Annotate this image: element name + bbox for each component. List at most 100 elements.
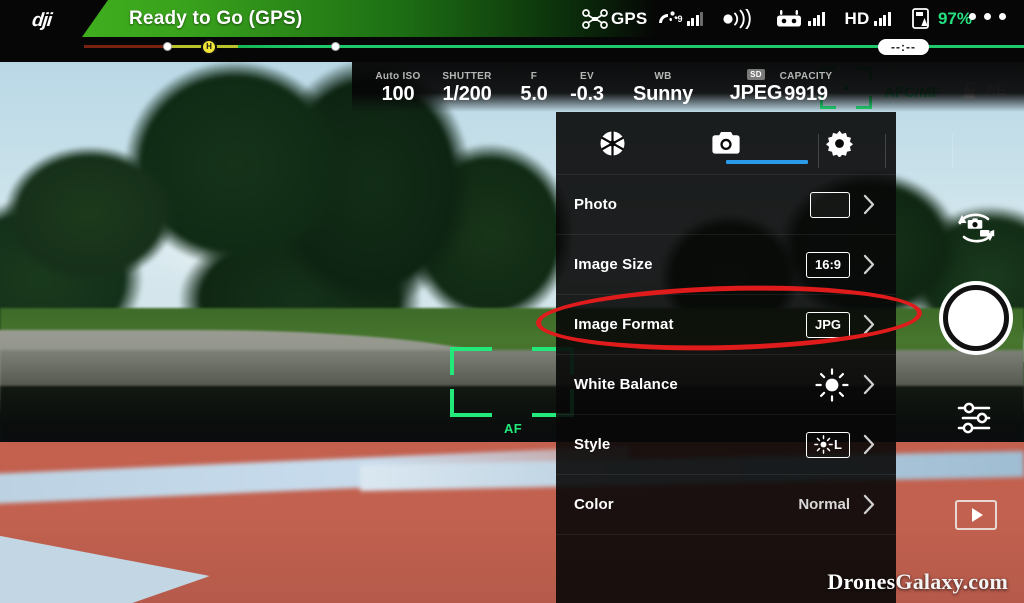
satellite-count: 9 <box>677 13 683 24</box>
remote-controller-group[interactable] <box>775 9 825 29</box>
tab-camera[interactable] <box>669 112 782 174</box>
active-tab-underline <box>726 160 808 164</box>
style-value-box: L <box>806 431 850 458</box>
row-photo-value <box>810 191 850 218</box>
remote-controller-icon <box>777 9 801 26</box>
row-color[interactable]: Color Normal <box>556 474 896 534</box>
switch-photo-video-button[interactable] <box>928 206 1024 250</box>
dot-1 <box>969 13 976 20</box>
row-image-format-value: JPG <box>806 311 850 338</box>
image-format-value-box: JPG <box>806 311 850 338</box>
status-icon-group: GPS 9 HD 97% <box>582 0 972 37</box>
tab-exposure[interactable] <box>556 112 669 174</box>
camera-settings-bar: Auto ISO 100 SHUTTER 1/200 F 5.0 EV -0.3… <box>352 62 1024 168</box>
top-status-bar: dji Ready to Go (GPS) GPS 9 HD 97% <box>0 0 1024 37</box>
row-image-size-label: Image Size <box>574 256 653 273</box>
hd-video-group[interactable]: HD <box>845 9 891 29</box>
transmission-group[interactable] <box>721 8 755 29</box>
battery-percentage: 97% <box>937 8 972 28</box>
row-image-format-chevron-right-icon[interactable] <box>856 314 882 335</box>
af-label: AF <box>504 421 522 436</box>
shutter-key: SHUTTER <box>442 71 492 82</box>
transmission-wave-icon <box>723 8 751 29</box>
row-white-balance-label: White Balance <box>574 376 678 393</box>
aperture-icon <box>600 130 625 156</box>
row-image-format-label: Image Format <box>574 316 674 333</box>
row-white-balance-value <box>814 367 850 403</box>
row-style-chevron-right-icon[interactable] <box>856 434 882 455</box>
row-image-size-chevron-right-icon[interactable] <box>856 254 882 275</box>
photo-thumbnail-icon <box>810 191 850 218</box>
camera-setting-wb[interactable]: WB Sunny <box>620 70 706 105</box>
row-white-balance[interactable]: White Balance <box>556 354 896 414</box>
shutter-button[interactable] <box>928 285 1024 351</box>
gps-label: GPS <box>610 8 648 28</box>
drone-gps-group[interactable]: GPS <box>582 9 648 29</box>
home-point-marker: H <box>201 39 217 55</box>
more-dots-icon[interactable] <box>969 13 1006 20</box>
satellite-signal-group[interactable]: 9 <box>657 9 703 29</box>
row-style-label: Style <box>574 436 611 453</box>
dot-2 <box>984 13 991 20</box>
drone-icon <box>582 8 608 29</box>
camera-setting-aperture[interactable]: F 5.0 <box>510 70 558 105</box>
row-color-label: Color <box>574 496 614 513</box>
style-burst-icon <box>814 435 833 454</box>
wb-value: Sunny <box>632 83 694 105</box>
row-photo[interactable]: Photo <box>556 174 896 234</box>
row-style-value: L <box>806 431 850 458</box>
site-watermark: DronesGalaxy.com <box>827 569 1008 595</box>
flight-waypoint-dot-1 <box>163 42 172 51</box>
divider-2 <box>885 134 886 168</box>
camera-setting-shutter[interactable]: SHUTTER 1/200 <box>424 70 510 105</box>
row-photo-chevron-right-icon[interactable] <box>856 194 882 215</box>
divider-3 <box>952 134 953 168</box>
right-control-rail <box>928 112 1024 603</box>
camera-settings-panel: Photo Image Size 16:9 Image Format JPG W… <box>556 112 896 603</box>
color-value-text: Normal <box>798 496 850 513</box>
play-triangle <box>971 508 983 522</box>
remote-signal-bars <box>808 11 825 26</box>
shutter-value: 1/200 <box>442 83 492 105</box>
dji-go-app-screen: AF dji Ready to Go (GPS) GPS 9 HD 97% H … <box>0 0 1024 603</box>
switch-photo-video-icon <box>958 213 995 243</box>
panel-tab-bar <box>556 112 896 174</box>
watermark-part-2: Galaxy.com <box>895 569 1008 594</box>
row-white-balance-chevron-right-icon[interactable] <box>856 374 882 395</box>
flight-time-badge: --:-- <box>878 39 929 55</box>
row-style[interactable]: Style L <box>556 414 896 474</box>
af-corner-tl-v <box>450 347 454 375</box>
flight-segment-red <box>84 45 166 48</box>
image-size-value-box: 16:9 <box>806 251 850 278</box>
row-image-size-value: 16:9 <box>806 251 850 278</box>
sun-icon <box>815 367 849 402</box>
af-corner-bl-h <box>450 413 492 417</box>
aperture-value: 5.0 <box>520 83 548 105</box>
satellite-signal-bars <box>686 11 703 26</box>
aperture-key: F <box>530 71 538 82</box>
flight-path-bar: H --:-- <box>0 37 1024 62</box>
dji-logo[interactable]: dji <box>31 10 52 32</box>
wb-key: WB <box>654 71 672 82</box>
row-image-format[interactable]: Image Format JPG <box>556 294 896 354</box>
tab-general[interactable] <box>783 112 896 174</box>
row-color-chevron-right-icon[interactable] <box>856 494 882 515</box>
ev-key: EV <box>580 71 594 82</box>
gear-icon <box>825 130 853 157</box>
row-image-size[interactable]: Image Size 16:9 <box>556 234 896 294</box>
adjustments-button[interactable] <box>928 400 1024 436</box>
sliders-icon <box>957 402 991 434</box>
playback-button[interactable] <box>928 500 1024 530</box>
capacity-value: 9919 <box>784 83 828 105</box>
flight-waypoint-dot-2 <box>331 42 340 51</box>
playback-icon <box>955 500 997 530</box>
satellite-icon <box>659 10 679 23</box>
storage-battery-group[interactable]: 97% <box>911 8 972 29</box>
camera-icon <box>712 132 740 154</box>
af-corner-bl-v <box>450 389 454 417</box>
flight-status-text: Ready to Go (GPS) <box>129 8 303 29</box>
camera-setting-ev[interactable]: EV -0.3 <box>558 70 616 105</box>
af-corner-tl-h <box>450 347 492 351</box>
camera-setting-capacity[interactable]: CAPACITY 9919 <box>740 70 872 105</box>
watermark-part-1: Drones <box>827 569 896 594</box>
